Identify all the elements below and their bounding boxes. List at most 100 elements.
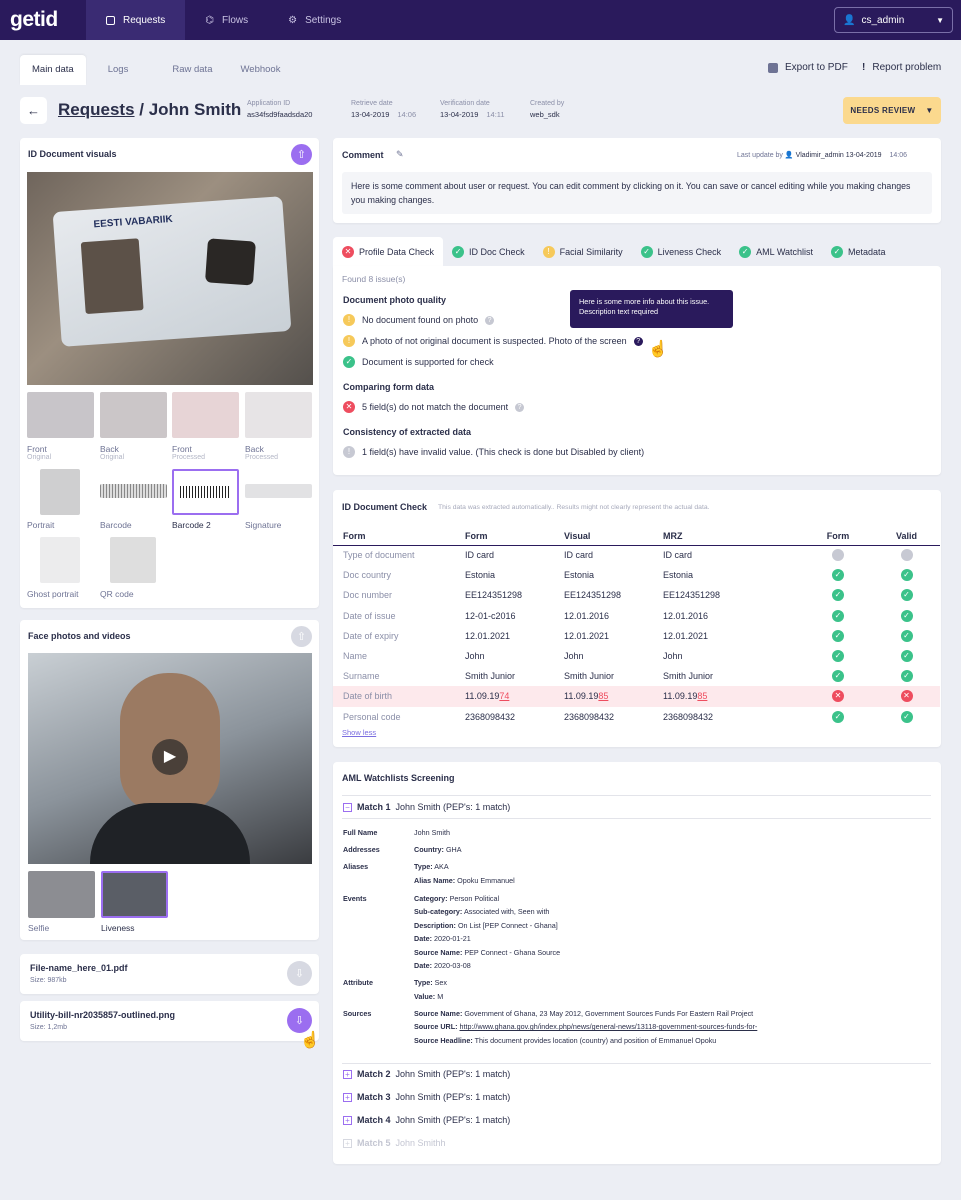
nav-flows[interactable]: ⌬ Flows (185, 0, 268, 40)
help-icon[interactable]: ? (515, 402, 525, 412)
table-cell: 12.01.2016 (653, 606, 803, 626)
tab-webhook[interactable]: Webhook (228, 55, 292, 85)
nav-requests[interactable]: Requests (86, 0, 186, 40)
thumb-signature[interactable] (245, 484, 312, 498)
status-cell: ✓ (873, 585, 940, 605)
status-dropdown[interactable]: NEEDS REVIEW ▼ (843, 97, 941, 124)
table-cell: John (554, 646, 653, 666)
match-2-toggle[interactable]: + Match 2 John Smith (PEP's: 1 match) (343, 1069, 510, 1079)
cell-text: Name (343, 651, 368, 662)
aml-text: Sex (434, 978, 448, 987)
status-cell: ✕ (873, 686, 940, 707)
thumb-ghost-portrait[interactable] (40, 537, 80, 583)
face-card: Face photos and videos ⇧ ▶ Selfie Livene… (20, 620, 319, 940)
aml-subkey: Country: (414, 845, 444, 854)
export-pdf-button[interactable]: Export to PDF (768, 62, 848, 73)
barcode-image (180, 486, 231, 498)
match-desc: John Smith (PEP's: 1 match) (395, 1115, 511, 1125)
pointer-cursor-icon: ☝ (300, 1032, 320, 1049)
thumb-barcode-2[interactable] (172, 469, 239, 515)
show-less-link[interactable]: Show less (342, 728, 376, 737)
comment-text[interactable]: Here is some comment about user or reque… (342, 172, 932, 214)
gear-icon: ⚙ (288, 14, 298, 26)
table-row: Name John John John ✓ ✓ (333, 646, 940, 666)
tab-main-data[interactable]: Main data (20, 55, 86, 85)
aml-value[interactable]: Source URL: http://www.ghana.gov.gh/inde… (414, 1022, 757, 1031)
liveness-video[interactable]: ▶ (28, 653, 312, 864)
match-4-toggle[interactable]: + Match 4 John Smith (PEP's: 1 match) (343, 1115, 510, 1125)
file-item[interactable]: File-name_here_01.pdf Size: 987kb ⇩ (20, 954, 319, 994)
table-cell: 2368098432 (653, 707, 803, 727)
aml-subkey: Date: (414, 934, 432, 943)
aml-value: John Smith (414, 828, 450, 837)
check-icon: ✓ (739, 245, 752, 258)
top-nav: getid Requests ⌬ Flows ⚙ Settings 👤 cs_admi… (0, 0, 961, 40)
status-cell: ✓ (803, 707, 873, 727)
thumb-liveness[interactable] (101, 871, 168, 918)
main-tabs: Main data Logs Raw data Webhook (20, 55, 292, 85)
aml-subkey: Source Name: (414, 1008, 463, 1018)
tab-profile-data-check[interactable]: ✕ Profile Data Check (333, 237, 444, 266)
match-desc: John Smith (PEP's: 1 match) (395, 1069, 511, 1079)
file-item[interactable]: Utility-bill-nr2035857-outlined.png Size… (20, 1001, 319, 1041)
edit-pencil-icon[interactable]: ✎ (396, 149, 404, 160)
meta-created-by: Created by web_sdk (530, 100, 564, 119)
match-label: Match 5 (357, 1138, 391, 1148)
aml-subkey: Date: (414, 961, 432, 970)
aml-card: AML Watchlists Screening − Match 1 John Sm… (333, 762, 941, 1164)
match-3-toggle[interactable]: + Match 3 John Smith (PEP's: 1 match) (343, 1092, 510, 1102)
nav-settings[interactable]: ⚙ Settings (268, 0, 361, 40)
download-icon[interactable]: ⇩ (287, 961, 312, 986)
thumb-qr-code[interactable] (110, 537, 156, 583)
tab-raw-data[interactable]: Raw data (160, 55, 224, 85)
aml-text: John Smith (414, 828, 450, 837)
id-document-photo[interactable]: EESTI VABARIIK (27, 172, 313, 385)
upload-icon[interactable]: ⇧ (291, 144, 312, 165)
tab-facial-similarity[interactable]: ! Facial Similarity (534, 237, 632, 266)
table-cell: 2368098432 (554, 707, 653, 727)
alert-icon: ! (862, 62, 866, 73)
thumb-portrait[interactable] (40, 469, 80, 515)
tab-aml-watchlist[interactable]: ✓ AML Watchlist (730, 237, 822, 266)
meta-label: Created by (530, 100, 565, 107)
thumb-back-processed[interactable] (245, 392, 312, 438)
thumb-selfie[interactable] (28, 871, 95, 918)
warning-icon: ! (343, 335, 355, 347)
table-cell: Smith Junior (653, 666, 803, 686)
id-check-title: ID Document Check (342, 502, 428, 512)
mismatch-digits: 74 (499, 691, 510, 702)
status-cell (873, 545, 940, 565)
table-cell: Surname (333, 666, 455, 686)
aml-subkey: Value: (414, 991, 436, 1001)
user-dropdown[interactable]: 👤 cs_admin ▼ (834, 7, 953, 33)
thumb-label: Signature (245, 520, 282, 530)
tab-label: Facial Similarity (559, 246, 623, 257)
section-title: Document photo quality (343, 295, 446, 305)
status-cell: ✕ (803, 686, 873, 707)
match-1-toggle[interactable]: − Match 1 John Smith (PEP's: 1 match) (343, 802, 510, 812)
thumb-back-original[interactable] (100, 392, 167, 438)
help-icon[interactable]: ? (485, 315, 495, 325)
report-problem-button[interactable]: ! Report problem (862, 62, 941, 73)
table-row: Date of birth 11.09.1974 11.09.1985 11.09.1… (333, 686, 940, 707)
cell-text: 12.01.2021 (663, 630, 709, 641)
logo[interactable]: getid (0, 8, 86, 32)
breadcrumb-requests[interactable]: Requests (58, 100, 135, 119)
col-header: Form (333, 528, 455, 546)
cell-text: 12.01.2021 (564, 630, 610, 641)
help-icon[interactable]: ? (633, 336, 643, 346)
status-cell: ✓ (803, 666, 873, 686)
thumb-front-original[interactable] (27, 392, 94, 438)
thumb-front-processed[interactable] (172, 392, 239, 438)
tab-metadata[interactable]: ✓ Metadata (822, 237, 895, 266)
tab-logs[interactable]: Logs (96, 55, 141, 85)
tab-liveness-check[interactable]: ✓ Liveness Check (632, 237, 731, 266)
upload-icon[interactable]: ⇧ (291, 626, 312, 647)
back-arrow-icon[interactable]: ← (20, 97, 47, 124)
thumb-barcode[interactable] (100, 484, 167, 498)
tab-id-doc-check[interactable]: ✓ ID Doc Check (443, 237, 534, 266)
match-5-toggle[interactable]: + Match 5 John Smithh (343, 1138, 446, 1148)
play-icon[interactable]: ▶ (152, 739, 188, 775)
table-cell: ID card (653, 545, 803, 565)
check-icon: ✓ (900, 710, 913, 723)
